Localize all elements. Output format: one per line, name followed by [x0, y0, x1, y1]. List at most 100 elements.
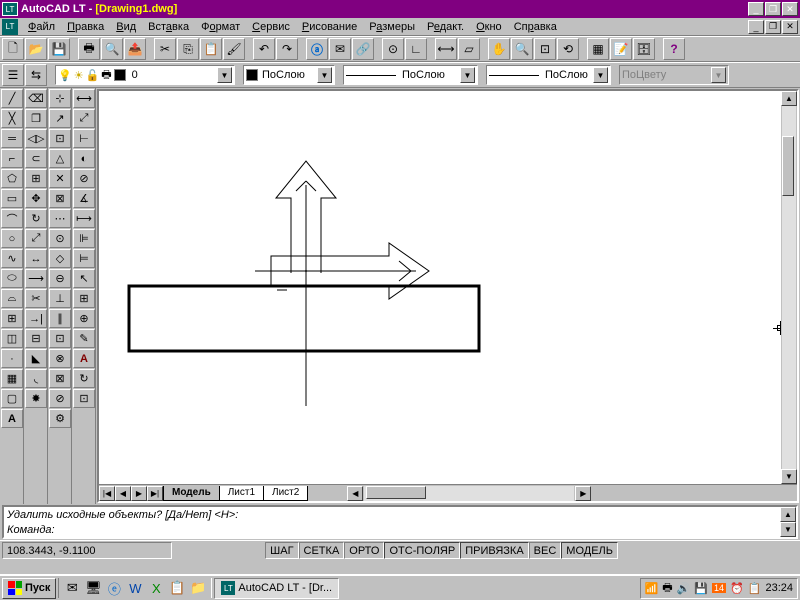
cmd-scroll-down-icon[interactable]: ▼ — [780, 522, 796, 537]
scroll-down-icon[interactable]: ▼ — [781, 469, 797, 484]
circle-icon[interactable]: ○ — [1, 229, 23, 248]
tray-icon[interactable]: 📋 — [748, 582, 762, 595]
ellipse-icon[interactable]: ⬭ — [1, 269, 23, 288]
snap-none-icon[interactable]: ⊘ — [49, 389, 71, 408]
ellipsearc-icon[interactable]: ⌓ — [1, 289, 23, 308]
tray-icon[interactable]: ⏰ — [730, 582, 744, 595]
mdi-minimize[interactable]: _ — [748, 20, 764, 34]
stretch-icon[interactable]: ↔ — [25, 249, 47, 268]
explode-icon[interactable]: ✸ — [25, 389, 47, 408]
scroll-up-icon[interactable]: ▲ — [781, 91, 797, 106]
snap-nearest-icon[interactable]: ⊠ — [49, 369, 71, 388]
array-icon[interactable]: ⊞ — [25, 169, 47, 188]
cut-icon[interactable]: ✂ — [154, 38, 176, 60]
dbconnect-icon[interactable]: 🗄 — [633, 38, 655, 60]
ql-app1-icon[interactable]: 📋 — [167, 578, 187, 598]
ql-desktop-icon[interactable]: 🖥 — [83, 578, 103, 598]
paste-icon[interactable]: 📋 — [200, 38, 222, 60]
zoomwin-icon[interactable]: ⊡ — [534, 38, 556, 60]
snap-from-icon[interactable]: ↗ — [49, 109, 71, 128]
dimlinear-icon[interactable]: ⟷ — [73, 89, 95, 108]
tab-first-icon[interactable]: |◀ — [99, 486, 115, 501]
dimstyle-icon[interactable]: ⊡ — [73, 389, 95, 408]
scroll-right-icon[interactable]: ▶ — [575, 486, 591, 501]
dimbaseline-icon[interactable]: ⊫ — [73, 229, 95, 248]
system-tray[interactable]: 📶 🖶 🔊 💾 14 ⏰ 📋 23:24 — [640, 578, 798, 599]
snap-center-icon[interactable]: ⊙ — [49, 229, 71, 248]
snap-insert-icon[interactable]: ⊡ — [49, 329, 71, 348]
scroll-left-icon[interactable]: ◀ — [347, 486, 363, 501]
menu-dims[interactable]: Размеры — [363, 19, 421, 35]
area-icon[interactable]: ▱ — [458, 38, 480, 60]
ql-excel-icon[interactable]: X — [146, 578, 166, 598]
drawing-canvas[interactable]: ▲ ▼ |◀ ◀ ▶ ▶| Модель Лист1 Лист2 ◀ ▶ — [97, 89, 799, 503]
snap-endpoint-icon[interactable]: ⊡ — [49, 129, 71, 148]
tray-icon[interactable]: 📶 — [645, 582, 659, 595]
ql-app2-icon[interactable]: 📁 — [188, 578, 208, 598]
snapfrom-icon[interactable]: ⊙ — [382, 38, 404, 60]
menu-insert[interactable]: Вставка — [142, 19, 195, 35]
lengthen-icon[interactable]: ⟶ — [25, 269, 47, 288]
xline-icon[interactable]: ╳ — [1, 109, 23, 128]
color-combo[interactable]: ПоСлою ▼ — [243, 65, 335, 85]
tray-icon[interactable]: 🖶 — [662, 579, 672, 598]
tempsnap-icon[interactable]: ⊹ — [49, 89, 71, 108]
mdi-restore[interactable]: ❐ — [765, 20, 781, 34]
snap-intersect-icon[interactable]: ✕ — [49, 169, 71, 188]
etransmit-icon[interactable]: ✉ — [329, 38, 351, 60]
tab-sheet2[interactable]: Лист2 — [263, 486, 308, 501]
osnap-settings-icon[interactable]: ⚙ — [49, 409, 71, 428]
snap-extension-icon[interactable]: ⋯ — [49, 209, 71, 228]
lineweight-combo[interactable]: ПоСлою ▼ — [486, 65, 611, 85]
mirror-icon[interactable]: ◁▷ — [25, 129, 47, 148]
dimangular-icon[interactable]: ∡ — [73, 189, 95, 208]
ucs-icon[interactable]: ∟ — [405, 38, 427, 60]
block-icon[interactable]: ◫ — [1, 329, 23, 348]
region-icon[interactable]: ▢ — [1, 389, 23, 408]
mdi-icon[interactable]: LT — [2, 19, 18, 35]
move-icon[interactable]: ✥ — [25, 189, 47, 208]
ql-outlook-icon[interactable]: ✉ — [62, 578, 82, 598]
help-icon[interactable]: ? — [663, 38, 685, 60]
dimedit-icon[interactable]: ✎ — [73, 329, 95, 348]
arc-icon[interactable]: ⌒ — [1, 209, 23, 228]
scale-icon[interactable]: ⤢ — [25, 229, 47, 248]
pan-icon[interactable]: ✋ — [488, 38, 510, 60]
linetype-combo[interactable]: ПоСлою ▼ — [343, 65, 478, 85]
close-button[interactable]: ✕ — [782, 2, 798, 16]
snap-midpoint-icon[interactable]: △ — [49, 149, 71, 168]
fillet-icon[interactable]: ◟ — [25, 369, 47, 388]
save-icon[interactable]: 💾 — [48, 38, 70, 60]
polygon-icon[interactable]: ⬠ — [1, 169, 23, 188]
line-icon[interactable]: ╱ — [1, 89, 23, 108]
menu-help[interactable]: Справка — [508, 19, 563, 35]
layer-combo[interactable]: 💡 ☀ 🔓 🖶 0 ▼ — [55, 65, 235, 85]
snap-perp-icon[interactable]: ⊥ — [49, 289, 71, 308]
hyperlink-icon[interactable]: 🔗 — [352, 38, 374, 60]
qdim-icon[interactable]: ⟼ — [73, 209, 95, 228]
point-icon[interactable]: · — [1, 349, 23, 368]
rotate-icon[interactable]: ↻ — [25, 209, 47, 228]
tray-icon[interactable]: 🔊 — [677, 582, 691, 595]
menu-edit[interactable]: Правка — [61, 19, 110, 35]
layer-prev-icon[interactable]: ⇆ — [25, 64, 47, 86]
status-osnap[interactable]: ПРИВЯЗКА — [460, 542, 528, 559]
copy-obj-icon[interactable]: ❐ — [25, 109, 47, 128]
dropdown-icon[interactable]: ▼ — [460, 67, 475, 83]
dimcenter-icon[interactable]: ⊕ — [73, 309, 95, 328]
status-grid[interactable]: СЕТКА — [299, 542, 345, 559]
tab-last-icon[interactable]: ▶| — [147, 486, 163, 501]
dimcontinue-icon[interactable]: ⊨ — [73, 249, 95, 268]
menu-view[interactable]: Вид — [110, 19, 142, 35]
print-icon[interactable]: 🖶 — [78, 38, 100, 60]
command-text[interactable]: Удалить исходные объекты? [Да/Нет] <Н>: … — [4, 507, 780, 537]
break-icon[interactable]: ⊟ — [25, 329, 47, 348]
ql-ie-icon[interactable]: ⓔ — [104, 578, 124, 598]
spline-icon[interactable]: ∿ — [1, 249, 23, 268]
dimtedit-icon[interactable]: A — [73, 349, 95, 368]
cmd-scroll-up-icon[interactable]: ▲ — [780, 507, 796, 522]
status-model[interactable]: МОДЕЛЬ — [561, 542, 618, 559]
hatch-icon[interactable]: ▦ — [1, 369, 23, 388]
snap-appint-icon[interactable]: ⊠ — [49, 189, 71, 208]
tray-clock[interactable]: 23:24 — [765, 582, 793, 594]
